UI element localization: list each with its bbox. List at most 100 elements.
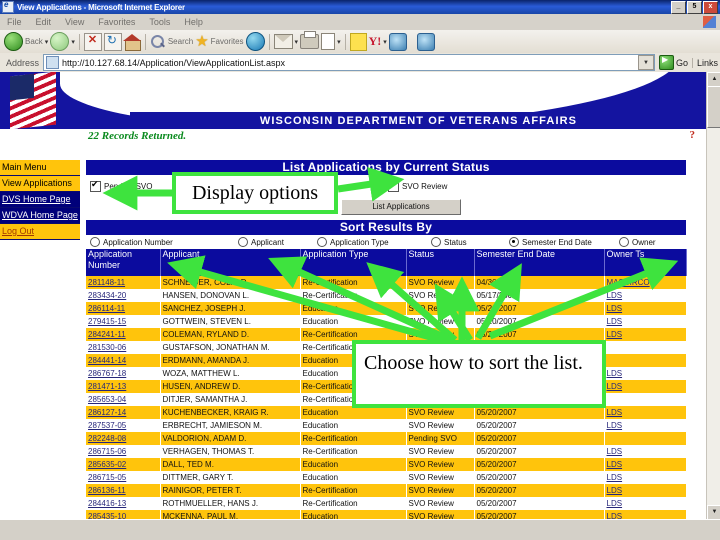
application-number-link[interactable]: 287537-05 <box>88 421 126 430</box>
application-number-link[interactable]: 286127-14 <box>88 408 126 417</box>
cell-owner[interactable]: LDS <box>604 380 687 393</box>
cell-application-number[interactable]: 286767-18 <box>86 367 161 380</box>
search-button[interactable]: Search <box>150 34 193 50</box>
owner-link[interactable]: LDS <box>607 382 623 391</box>
cell-application-number[interactable]: 284416-13 <box>86 497 161 510</box>
owner-link[interactable]: LDS <box>607 291 623 300</box>
application-number-link[interactable]: 284416-13 <box>88 499 126 508</box>
cell-application-number[interactable]: 282248-08 <box>86 432 161 445</box>
checkbox-svo-review[interactable]: SVO Review <box>388 179 447 192</box>
column-application-number[interactable]: Application Number <box>86 249 161 276</box>
checkbox-pending-svo[interactable]: Pending SVO <box>90 179 152 192</box>
column-status[interactable]: Status <box>406 249 475 276</box>
owner-link[interactable]: LDS <box>607 486 623 495</box>
chevron-down-icon[interactable]: ▾ <box>295 38 299 46</box>
forward-button[interactable]: ▾ <box>50 32 75 51</box>
media-icon[interactable] <box>245 32 265 51</box>
cell-application-number[interactable]: 286136-11 <box>86 484 161 497</box>
page-icon[interactable] <box>349 32 367 51</box>
owner-link[interactable]: LDS <box>607 447 623 456</box>
radio-semester-end-date[interactable]: Semester End Date <box>509 237 592 247</box>
cell-owner[interactable]: LDS <box>604 328 687 341</box>
messenger-icon[interactable] <box>388 32 407 51</box>
cell-application-number[interactable]: 283434-20 <box>86 289 161 302</box>
menu-favorites[interactable]: Favorites <box>91 17 142 27</box>
extra-icon[interactable] <box>416 32 435 51</box>
cell-owner[interactable]: LDS <box>604 458 687 471</box>
cell-owner[interactable]: LDS <box>604 484 687 497</box>
application-number-link[interactable]: 286715-05 <box>88 473 126 482</box>
column-application-type[interactable]: Application Type <box>300 249 407 276</box>
radio-application-type[interactable]: Application Type <box>317 237 389 247</box>
minimize-button[interactable]: _ <box>671 0 686 14</box>
owner-link[interactable]: MASCIRCO <box>607 278 650 287</box>
owner-link[interactable]: LDS <box>607 421 623 430</box>
cell-owner[interactable]: LDS <box>604 471 687 484</box>
radio-owner[interactable]: Owner <box>619 237 656 247</box>
back-button[interactable]: Back ▾ <box>4 32 48 51</box>
menu-view[interactable]: View <box>58 17 91 27</box>
owner-link[interactable]: LDS <box>607 369 623 378</box>
cell-owner[interactable]: MASCIRCO <box>604 276 687 289</box>
stop-icon[interactable] <box>83 32 102 51</box>
owner-link[interactable]: LDS <box>607 460 623 469</box>
chevron-down-icon[interactable]: ▾ <box>45 38 49 46</box>
list-applications-button[interactable]: List Applications <box>341 199 461 215</box>
application-number-link[interactable]: 285653-04 <box>88 395 126 404</box>
sidebar-item-dvs-home-page[interactable]: DVS Home Page <box>0 192 80 208</box>
cell-application-number[interactable]: 287537-05 <box>86 419 161 432</box>
application-number-link[interactable]: 284241-11 <box>88 330 126 339</box>
cell-owner[interactable]: LDS <box>604 289 687 302</box>
owner-link[interactable]: LDS <box>607 317 623 326</box>
cell-application-number[interactable]: 281471-13 <box>86 380 161 393</box>
owner-link[interactable]: LDS <box>607 499 623 508</box>
application-number-link[interactable]: 286136-11 <box>88 486 126 495</box>
page-scrollbar[interactable]: ▲ ▼ <box>706 72 720 520</box>
owner-link[interactable]: LDS <box>607 304 623 313</box>
close-button[interactable]: x <box>703 0 718 14</box>
application-number-link[interactable]: 285635-02 <box>88 460 126 469</box>
chevron-down-icon[interactable]: ▾ <box>383 38 387 46</box>
links-button[interactable]: Links <box>691 57 720 68</box>
cell-owner[interactable]: LDS <box>604 315 687 328</box>
cell-application-number[interactable]: 279415-15 <box>86 315 161 328</box>
sidebar-item-main-menu[interactable]: Main Menu <box>0 160 80 176</box>
application-number-link[interactable]: 282248-08 <box>88 434 126 443</box>
chevron-down-icon[interactable]: ▾ <box>337 38 341 46</box>
scroll-down-icon[interactable]: ▼ <box>707 505 720 520</box>
go-button[interactable]: Go <box>655 55 692 70</box>
refresh-icon[interactable] <box>103 32 122 51</box>
radio-applicant[interactable]: Applicant <box>238 237 284 247</box>
edit-button[interactable]: ▾ <box>321 33 341 50</box>
application-number-link[interactable]: 279415-15 <box>88 317 126 326</box>
cell-owner[interactable]: LDS <box>604 406 687 419</box>
cell-application-number[interactable]: 284441-14 <box>86 354 161 367</box>
sidebar-item-view-applications[interactable]: View Applications <box>0 176 80 192</box>
cell-application-number[interactable]: 281148-11 <box>86 276 161 289</box>
column-applicant[interactable]: Applicant <box>160 249 301 276</box>
mail-button[interactable]: ▾ <box>273 34 299 49</box>
cell-application-number[interactable]: 286127-14 <box>86 406 161 419</box>
yahoo-button[interactable]: Y! ▾ <box>369 34 387 49</box>
cell-application-number[interactable]: 286114-11 <box>86 302 161 315</box>
cell-owner[interactable]: LDS <box>604 367 687 380</box>
menu-tools[interactable]: Tools <box>142 17 177 27</box>
application-number-link[interactable]: 286114-11 <box>88 304 125 313</box>
application-number-link[interactable]: 281530-06 <box>88 343 126 352</box>
application-number-link[interactable]: 281148-11 <box>88 278 125 287</box>
column-semester-end-date[interactable]: Semester End Date <box>474 249 605 276</box>
owner-link[interactable]: LDS <box>607 473 623 482</box>
scrollbar-thumb[interactable] <box>707 86 720 128</box>
cell-owner[interactable]: LDS <box>604 302 687 315</box>
menu-edit[interactable]: Edit <box>29 17 59 27</box>
sidebar-item-log-out[interactable]: Log Out <box>0 224 80 240</box>
application-number-link[interactable]: 286715-06 <box>88 447 126 456</box>
scroll-up-icon[interactable]: ▲ <box>707 72 720 87</box>
menu-help[interactable]: Help <box>177 17 210 27</box>
radio-status[interactable]: Status <box>431 237 467 247</box>
menu-file[interactable]: File <box>0 17 29 27</box>
radio-application-number[interactable]: Application Number <box>90 237 173 247</box>
application-number-link[interactable]: 286767-18 <box>88 369 126 378</box>
cell-application-number[interactable]: 285635-02 <box>86 458 161 471</box>
sidebar-item-wdva-home-page[interactable]: WDVA Home Page <box>0 208 80 224</box>
